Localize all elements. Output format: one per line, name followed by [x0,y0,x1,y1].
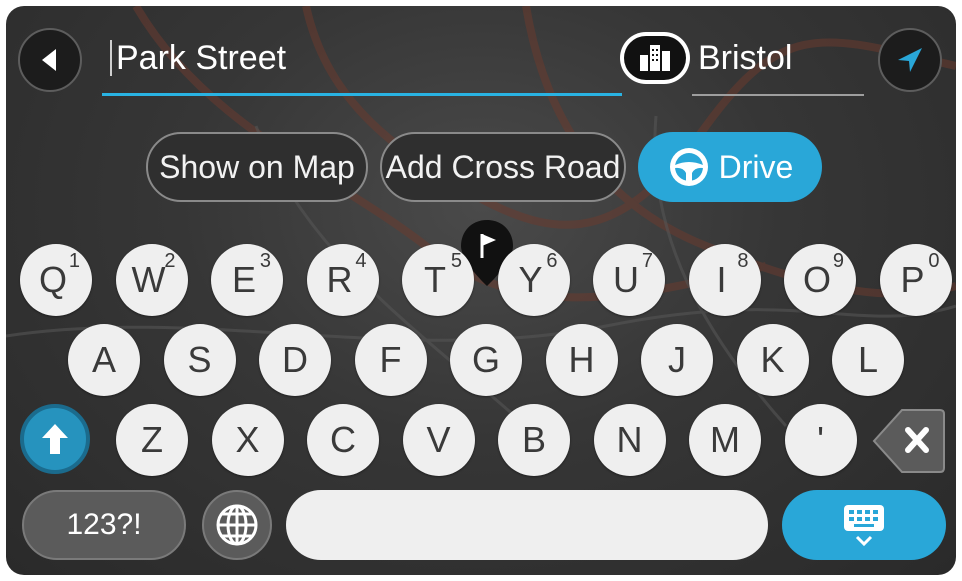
key-t[interactable]: T5 [402,244,474,316]
key-l[interactable]: L [832,324,904,396]
key-number-hint: 6 [546,250,558,272]
key-label: Q [38,259,67,300]
key-number-hint: 7 [641,250,653,272]
space-key[interactable] [286,490,768,560]
add-cross-road-button[interactable]: Add Cross Road [380,132,626,202]
key-d[interactable]: D [259,324,331,396]
key-r[interactable]: R4 [306,244,379,316]
key-z[interactable]: Z [116,404,188,476]
key-c[interactable]: C [307,404,379,476]
drive-button[interactable]: Drive [638,132,822,202]
numbers-symbols-key[interactable]: 123?! [22,490,186,560]
key-label: X [235,419,260,460]
current-location-button[interactable] [878,28,942,92]
key-n[interactable]: N [593,404,666,476]
back-arrow-icon [42,49,56,71]
drive-label: Drive [718,148,794,185]
key-u[interactable]: U7 [593,244,665,316]
key-s[interactable]: S [163,324,236,396]
add-cross-road-label: Add Cross Road [385,148,621,185]
key-g[interactable]: G [450,324,522,396]
key-label: I [716,259,727,300]
key-label: O [802,259,831,300]
key-number-hint: 5 [450,250,462,272]
key-label: B [521,419,546,460]
key-label: P [900,259,925,300]
key-label: R [326,259,353,300]
key-h[interactable]: H [545,324,618,396]
key-m[interactable]: M [689,404,761,476]
key-label: L [857,339,879,380]
show-on-map-label: Show on Map [159,148,355,185]
key-label: V [426,419,451,460]
key-label: K [760,339,785,380]
language-key[interactable] [202,490,272,560]
key-apostrophe[interactable]: ' [784,404,857,476]
key-label: T [424,259,446,300]
city-input[interactable]: Bristol [692,26,864,96]
shift-key[interactable] [20,404,90,474]
key-k[interactable]: K [736,324,809,396]
key-label: Z [141,419,163,460]
numbers-symbols-label: 123?! [66,508,142,541]
key-q[interactable]: Q1 [20,244,92,316]
key-number-hint: 2 [164,250,176,272]
key-label: ' [817,419,824,460]
key-a[interactable]: A [68,324,140,396]
key-number-hint: 3 [259,250,271,272]
backspace-key[interactable] [872,406,946,476]
key-label: W [131,259,166,300]
key-label: G [471,339,500,380]
keyboard-hide-icon [844,505,884,547]
key-label: D [282,339,308,380]
key-label: N [616,419,643,460]
shift-arrow-icon [42,424,68,454]
key-label: Y [518,259,543,300]
key-number-hint: 4 [355,250,367,272]
key-j[interactable]: J [641,324,713,396]
street-search-input[interactable]: Park Street [102,26,622,96]
globe-icon [216,504,258,546]
backspace-icon [872,409,945,473]
city-selector-button[interactable] [620,32,690,84]
key-label: S [187,339,212,380]
key-label: J [668,339,686,380]
back-button[interactable] [18,28,82,92]
text-cursor [110,40,112,76]
city-value: Bristol [698,39,793,77]
key-o[interactable]: O9 [784,244,856,316]
key-number-hint: 0 [928,250,940,272]
key-label: F [379,339,402,380]
hide-keyboard-key[interactable] [782,490,946,560]
steering-wheel-icon [669,148,708,186]
key-i[interactable]: I8 [688,244,761,316]
show-on-map-button[interactable]: Show on Map [146,132,368,202]
key-f[interactable]: F [354,324,427,396]
key-y[interactable]: Y6 [497,244,570,316]
navigation-arrow-icon [898,48,922,72]
street-search-value: Park Street [116,39,287,77]
key-e[interactable]: E3 [211,244,283,316]
key-number-hint: 1 [68,250,80,272]
key-b[interactable]: B [498,404,570,476]
key-v[interactable]: V [402,404,475,476]
key-label: E [231,259,256,300]
key-number-hint: 9 [832,250,844,272]
key-label: A [91,339,116,380]
key-label: H [568,339,595,380]
key-number-hint: 8 [737,250,749,272]
key-label: M [710,419,740,460]
key-label: U [613,259,639,300]
key-label: C [330,419,356,460]
navigation-search-screen: Park Street Bristol Show on Map Add Cros… [6,6,956,575]
key-p[interactable]: P0 [879,244,952,316]
key-x[interactable]: X [211,404,284,476]
key-w[interactable]: W2 [115,244,188,316]
city-buildings-icon [640,45,670,71]
